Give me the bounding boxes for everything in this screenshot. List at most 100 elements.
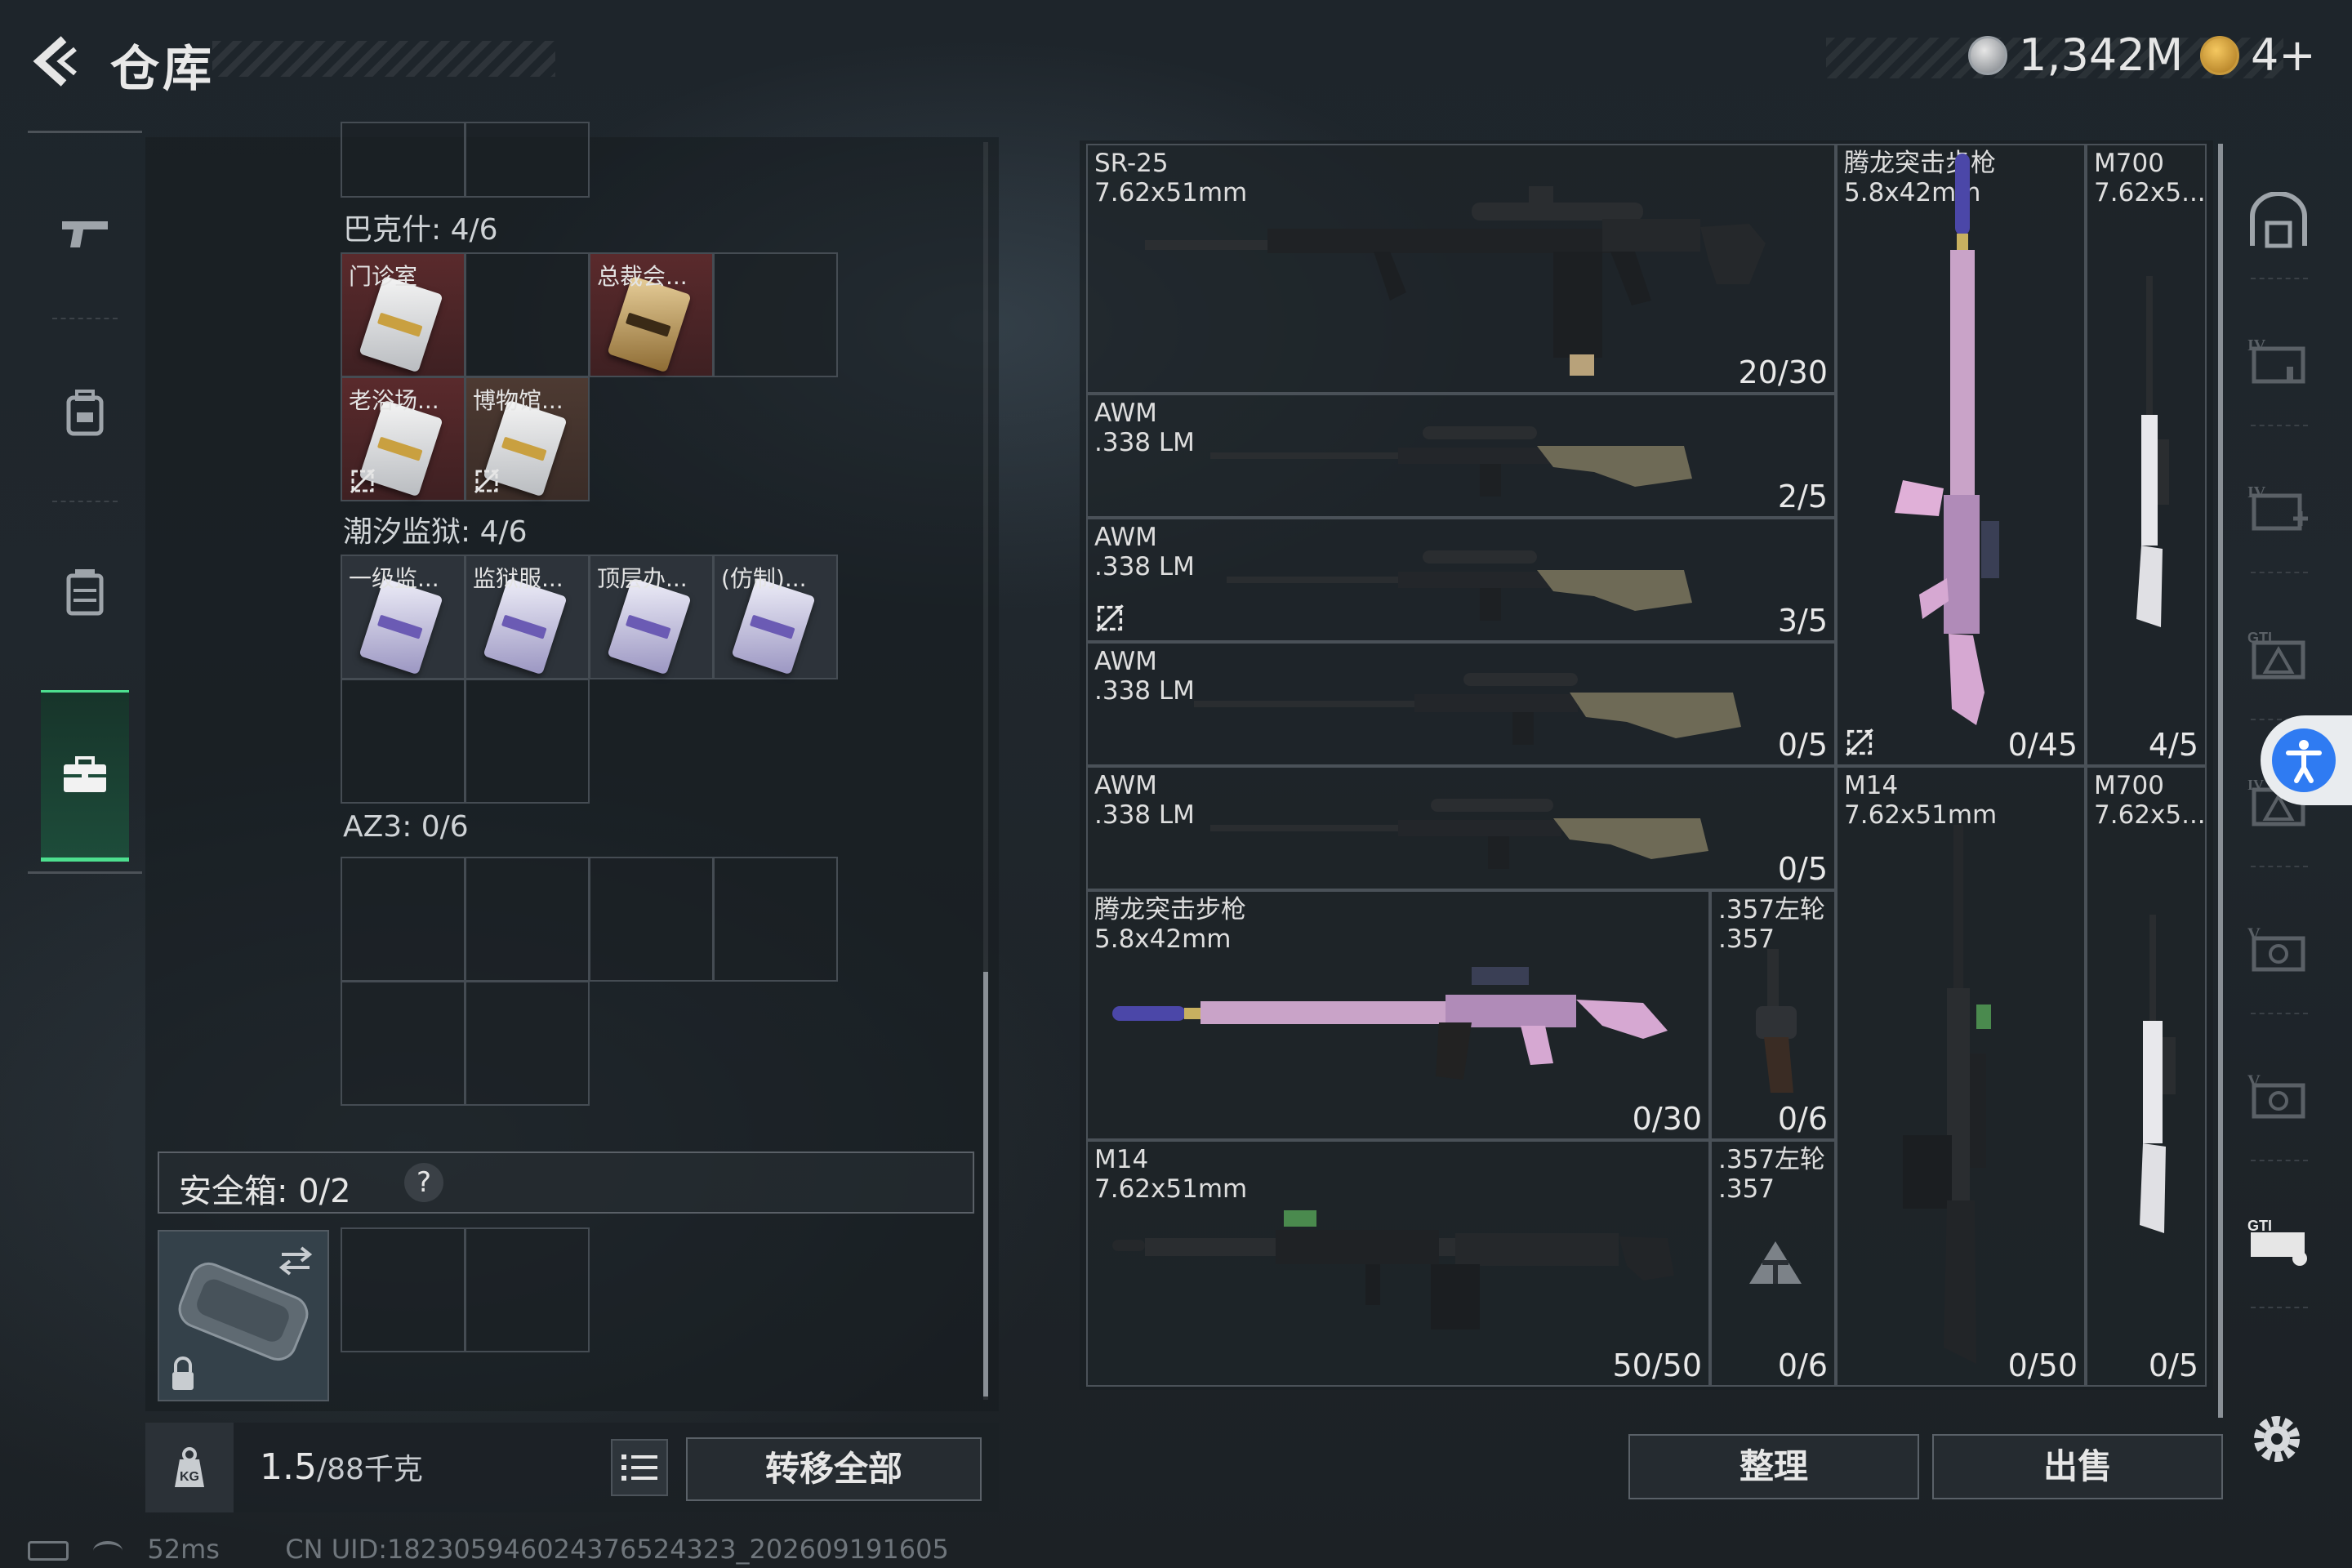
nav-safebox[interactable]	[44, 734, 126, 816]
key-slot[interactable]: 老浴场...	[341, 376, 466, 501]
weapon-slot[interactable]: M14 7.62x51mm 0/50	[1836, 766, 2086, 1387]
svg-text:IV: IV	[2247, 483, 2266, 501]
rifle-awm-icon	[1194, 673, 1741, 745]
weapon-slot[interactable]: AWM .338 LM 3/5	[1086, 518, 1836, 642]
nav-backpack[interactable]	[44, 372, 126, 453]
weapon-slot[interactable]: SR-25 7.62x51mm 20/30	[1086, 144, 1836, 394]
weapon-name: 腾龙突击步枪	[1094, 895, 1246, 924]
empty-slot[interactable]	[713, 252, 838, 377]
weapon-slot[interactable]: 腾龙突击步枪 5.8x42mm 0/45	[1836, 144, 2086, 766]
weapon-ammo: 0/50	[2007, 1348, 2078, 1383]
rifle-m700-icon	[2140, 915, 2176, 1233]
key-slot[interactable]: (仿制)...	[713, 555, 838, 679]
page-title: 仓库	[110, 41, 215, 98]
empty-slot[interactable]	[465, 1227, 590, 1352]
storage-tab-gti-2[interactable]: GTI	[2238, 1200, 2319, 1282]
empty-slot[interactable]	[465, 981, 590, 1106]
empty-slot[interactable]	[713, 857, 838, 982]
empty-slot[interactable]	[465, 122, 590, 198]
weapon-slot[interactable]: 腾龙突击步枪 5.8x42mm 0/30	[1086, 890, 1710, 1140]
transfer-all-button[interactable]: 转移全部	[686, 1437, 982, 1501]
weapon-ammo: 3/5	[1777, 603, 1828, 639]
nav-vest[interactable]	[44, 551, 126, 633]
weapon-name: M14	[1844, 771, 1899, 800]
empty-slot[interactable]	[465, 252, 590, 377]
empty-slot[interactable]	[341, 122, 466, 198]
storage-tab-icon: GTI	[2247, 630, 2305, 679]
storage-tab-icon: V	[2247, 1071, 2305, 1119]
back-arrow-icon[interactable]	[26, 33, 83, 90]
grid-az3	[341, 857, 838, 1106]
svg-text:GTI: GTI	[2247, 1218, 2272, 1234]
rifle-tenglong-icon	[1112, 967, 1668, 1080]
weapon-caliber: .338 LM	[1094, 676, 1195, 706]
section-title-az3: AZ3: 0/6	[343, 810, 469, 844]
grid-tidal-prison: 一级监... 监狱服... 顶层办... (仿制)...	[341, 555, 838, 804]
weapon-slot[interactable]: M700 7.62x5... 4/5	[2086, 144, 2207, 766]
rifle-m14-icon	[1112, 1210, 1674, 1330]
key-label: 总裁会...	[597, 263, 688, 290]
empty-slot[interactable]	[465, 679, 590, 804]
storage-tab-iv-1[interactable]: IV	[2238, 318, 2319, 400]
empty-slot[interactable]	[589, 857, 714, 982]
token-amount: 4+	[2251, 29, 2316, 81]
list-icon	[621, 1454, 657, 1481]
sort-button[interactable]: 整理	[1628, 1434, 1919, 1499]
weapon-name: AWM	[1094, 523, 1157, 552]
empty-slot[interactable]	[341, 981, 466, 1106]
weapon-ammo: 2/5	[1777, 479, 1828, 514]
storage-tab-icon: GTI	[2247, 1218, 2307, 1266]
empty-slot[interactable]	[341, 1227, 466, 1352]
nav-weapons[interactable]	[44, 192, 126, 274]
weapon-slot[interactable]: .357左轮 .357 0/6	[1710, 1140, 1836, 1387]
sell-button[interactable]: 出售	[1932, 1434, 2223, 1499]
gold-token-icon	[2200, 36, 2239, 75]
key-label: 一级监...	[349, 565, 439, 592]
gun-icon	[62, 221, 108, 247]
storage-tab-icon: IV	[2247, 483, 2308, 531]
storage-tab-v-1[interactable]: V	[2238, 906, 2319, 988]
left-scrollbar-thumb[interactable]	[983, 972, 988, 1396]
svg-text:KG: KG	[180, 1470, 199, 1484]
help-icon[interactable]: ?	[404, 1163, 443, 1202]
storage-tab-iv-2[interactable]: IV	[2238, 466, 2319, 547]
weapon-slot[interactable]: AWM .338 LM 2/5	[1086, 394, 1836, 518]
storage-tab-gti-1[interactable]: GTI	[2238, 612, 2319, 694]
key-label: 监狱服...	[473, 565, 564, 592]
weapon-slot[interactable]: M700 7.62x5... 0/5	[2086, 766, 2207, 1387]
rifle-awm-icon	[1227, 550, 1692, 621]
unusable-icon	[474, 468, 500, 494]
key-label: 博物馆...	[473, 387, 564, 414]
weapon-slot[interactable]: .357左轮 .357 0/6	[1710, 890, 1836, 1140]
key-slot[interactable]: 总裁会...	[589, 252, 714, 377]
weapon-slot[interactable]: AWM .338 LM 0/5	[1086, 642, 1836, 766]
weapon-grid: SR-25 7.62x51mm 20/30 AWM .338 LM 2/5 AW…	[1086, 144, 2207, 1387]
storage-tab-v-2[interactable]: V	[2238, 1054, 2319, 1135]
weapon-ammo: 0/45	[2007, 727, 2078, 763]
safebox-grid	[341, 1227, 838, 1352]
accessibility-button[interactable]	[2261, 715, 2352, 805]
safebox-case-slot[interactable]	[158, 1230, 329, 1401]
key-slot[interactable]: 博物馆...	[465, 376, 590, 501]
rifle-m14-vertical-icon	[1903, 825, 1991, 1364]
key-slot[interactable]: 一级监...	[341, 555, 466, 679]
weapon-slot[interactable]: AWM .338 LM 0/5	[1086, 766, 1836, 890]
revolver-icon	[1756, 949, 1797, 1093]
list-view-button[interactable]	[611, 1439, 668, 1496]
empty-slot[interactable]	[341, 857, 466, 982]
key-slot[interactable]: 监狱服...	[465, 555, 590, 679]
safebox-label: 安全箱: 0/2	[179, 1173, 351, 1210]
weapon-ammo: 0/6	[1777, 1101, 1828, 1137]
weapon-slot[interactable]: M14 7.62x51mm 50/50	[1086, 1140, 1710, 1387]
storage-tab-icon: V	[2247, 924, 2305, 972]
empty-slot[interactable]	[465, 857, 590, 982]
settings-gear-icon[interactable]	[2244, 1406, 2310, 1472]
key-slot[interactable]: 门诊室	[341, 252, 466, 377]
safebox-header: 安全箱: 0/2 ?	[158, 1152, 974, 1214]
empty-slot[interactable]	[341, 679, 466, 804]
key-slot[interactable]: 顶层办...	[589, 555, 714, 679]
storage-home-button[interactable]	[2238, 180, 2319, 261]
weapon-name: AWM	[1094, 399, 1157, 428]
weapon-name: AWM	[1094, 771, 1157, 800]
right-scrollbar[interactable]	[2218, 144, 2223, 1418]
